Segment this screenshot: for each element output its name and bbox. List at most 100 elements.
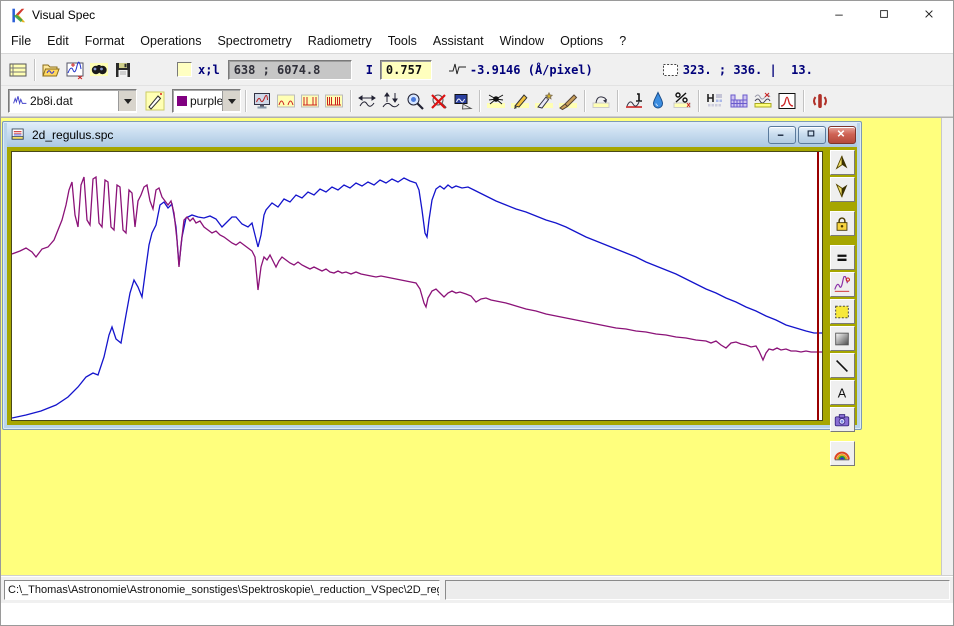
separator	[479, 90, 480, 112]
menu-spectrometry[interactable]: Spectrometry	[209, 31, 299, 51]
select-area-icon[interactable]	[830, 299, 855, 324]
lock-icon[interactable]	[830, 211, 855, 236]
profile-curves-icon[interactable]	[274, 89, 298, 113]
status-file-path: C:\_Thomas\Astronomie\Astronomie_sonstig…	[4, 580, 440, 600]
menu-edit[interactable]: Edit	[39, 31, 77, 51]
color-swatch	[177, 96, 187, 106]
separator	[245, 90, 246, 112]
shift-y-icon[interactable]	[379, 89, 403, 113]
chart-frame	[7, 147, 827, 425]
separator	[617, 90, 618, 112]
import-profile-icon[interactable]	[63, 58, 87, 82]
file-combo-arrow[interactable]	[118, 91, 136, 111]
crop-spider-icon[interactable]	[484, 89, 508, 113]
selection-box-icon[interactable]	[659, 58, 683, 82]
arrow-up-icon[interactable]	[830, 150, 855, 175]
file-combo-value: 2b8i.dat	[30, 94, 118, 108]
selection-text: 323. ; 336. | 13.	[683, 63, 813, 77]
vspec-logo-icon	[9, 7, 26, 24]
svg-text:A: A	[838, 386, 847, 400]
spectrum-chart	[12, 152, 822, 420]
binoculars-icon[interactable]	[87, 58, 111, 82]
tools-toolbar: 2b8i.dat purpleF	[1, 86, 953, 117]
color-combo[interactable]: purpleF	[172, 89, 241, 113]
fit-curve-icon[interactable]	[830, 272, 855, 297]
element-lines-icon[interactable]	[703, 89, 727, 113]
document-title: 2d_regulus.spc	[32, 128, 766, 142]
coord-value-field[interactable]: 638 ; 6074.8	[228, 60, 352, 80]
minimize-button[interactable]	[818, 1, 863, 29]
menu-radiometry[interactable]: Radiometry	[300, 31, 380, 51]
percent-icon[interactable]	[670, 89, 694, 113]
mdi-workspace: 2d_regulus.spc	[1, 117, 953, 575]
dispersion-text: -3.9146 (Å/pixel)	[470, 63, 593, 77]
gradient-square-icon[interactable]	[830, 326, 855, 351]
menu-file[interactable]: File	[3, 31, 39, 51]
periodic-table-icon[interactable]	[727, 89, 751, 113]
line-draw-icon[interactable]	[830, 353, 855, 378]
separator	[698, 90, 699, 112]
save-icon[interactable]	[111, 58, 135, 82]
document-close-button[interactable]	[828, 126, 856, 144]
close-button[interactable]	[908, 1, 953, 29]
play-sound-icon[interactable]	[808, 89, 832, 113]
rainbow-palette-icon[interactable]	[830, 441, 855, 466]
document-title-bar[interactable]: 2d_regulus.spc	[7, 122, 857, 147]
side-toolbar: A	[827, 147, 857, 425]
document-body: A	[7, 147, 857, 425]
coord-label: x;l	[198, 63, 220, 77]
bars-triple-icon[interactable]	[322, 89, 346, 113]
document-icon	[10, 126, 27, 143]
overlay-profiles-icon[interactable]	[751, 89, 775, 113]
menu-tools[interactable]: Tools	[380, 31, 425, 51]
document-minimize-button[interactable]	[768, 126, 796, 144]
edit-pencil-icon[interactable]	[508, 89, 532, 113]
menu-operations[interactable]: Operations	[132, 31, 209, 51]
spectrum-file-icon	[12, 93, 28, 109]
separator	[350, 90, 351, 112]
export-profile-icon[interactable]	[451, 89, 475, 113]
unzoom-icon[interactable]	[427, 89, 451, 113]
display-mode-icon[interactable]	[250, 89, 274, 113]
smooth-brush-icon[interactable]	[556, 89, 580, 113]
status-bar: C:\_Thomas\Astronomie\Astronomie_sonstig…	[1, 575, 953, 603]
coord-checkbox[interactable]	[177, 62, 192, 77]
intensity-label: I	[366, 63, 373, 77]
color-pen-icon[interactable]	[143, 89, 167, 113]
camera-icon[interactable]	[830, 407, 855, 432]
document-window: 2d_regulus.spc	[2, 121, 862, 430]
separator	[803, 90, 804, 112]
wave-sample-icon	[446, 58, 470, 82]
shift-x-icon[interactable]	[355, 89, 379, 113]
arrow-down-icon[interactable]	[830, 177, 855, 202]
color-combo-arrow[interactable]	[222, 91, 240, 111]
window-title: Visual Spec	[32, 8, 818, 22]
equals-icon[interactable]	[830, 245, 855, 270]
file-combo[interactable]: 2b8i.dat	[8, 89, 137, 113]
menu-assistant[interactable]: Assistant	[425, 31, 492, 51]
text-a-icon[interactable]: A	[830, 380, 855, 405]
undo-profile-icon[interactable]	[589, 89, 613, 113]
menu-window[interactable]: Window	[492, 31, 552, 51]
maximize-button[interactable]	[863, 1, 908, 29]
main-toolbar: x;l 638 ; 6074.8 I 0.757 -3.9146 (Å/pixe…	[1, 54, 953, 86]
draw-pen-icon[interactable]	[532, 89, 556, 113]
card-file-icon[interactable]	[6, 58, 30, 82]
menu-options[interactable]: Options	[552, 31, 611, 51]
water-drop-icon[interactable]	[646, 89, 670, 113]
separator	[34, 59, 35, 81]
intensity-value-field[interactable]: 0.757	[380, 60, 432, 80]
spectrum-plot[interactable]	[11, 151, 823, 421]
menu-help[interactable]: ?	[611, 31, 634, 51]
open-file-icon[interactable]	[39, 58, 63, 82]
mdi-scrollbar[interactable]	[941, 118, 953, 575]
document-restore-button[interactable]	[798, 126, 826, 144]
separator	[584, 90, 585, 112]
normalize-1-icon[interactable]	[622, 89, 646, 113]
zoom-icon[interactable]	[403, 89, 427, 113]
gaussian-fit-icon[interactable]	[775, 89, 799, 113]
menu-bar: File Edit Format Operations Spectrometry…	[1, 29, 953, 54]
title-bar[interactable]: Visual Spec	[1, 1, 953, 29]
bars-pairs-icon[interactable]	[298, 89, 322, 113]
menu-format[interactable]: Format	[77, 31, 133, 51]
